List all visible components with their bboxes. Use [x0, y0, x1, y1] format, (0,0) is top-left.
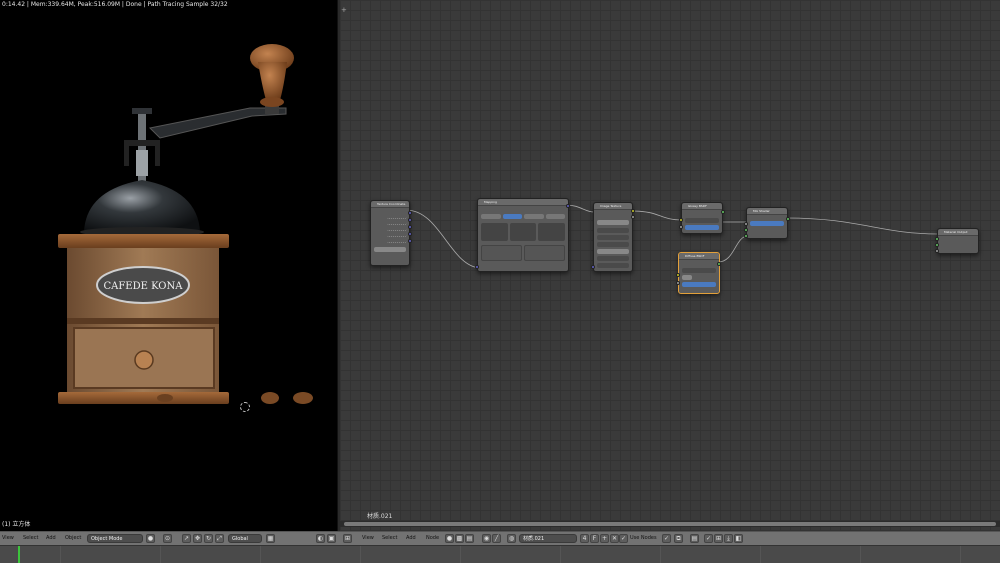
node-title: Diffuse BSDF: [679, 253, 719, 260]
mode-select[interactable]: Object Mode: [87, 534, 143, 543]
menu-add[interactable]: Add: [46, 535, 56, 541]
brush-icon[interactable]: ╱: [492, 534, 501, 543]
node-texture-coordinate[interactable]: Texture Coordinate: [370, 200, 412, 266]
menu-select[interactable]: Select: [23, 535, 38, 541]
fake-user-label: F: [592, 535, 597, 542]
node-links: [405, 204, 939, 269]
snap-icon[interactable]: ▤: [690, 534, 699, 543]
header-bar: View Select Add Object Object Mode ● ⊙ ↗…: [0, 531, 1000, 545]
node-menu-add[interactable]: Add: [406, 535, 416, 541]
node-mapping[interactable]: Mapping: [475, 198, 570, 272]
render-icon[interactable]: ◐: [316, 534, 325, 543]
node-title: Mix Shader: [747, 208, 787, 215]
camera-icon[interactable]: ▣: [327, 534, 336, 543]
texture-type-icon[interactable]: ▩: [455, 534, 464, 543]
node-diffuse-bsdf[interactable]: Diffuse BSDF: [676, 252, 721, 294]
node-material-output[interactable]: Material Output: [935, 228, 979, 254]
fake-user-button[interactable]: F: [590, 534, 599, 543]
editor-type-icon[interactable]: ⊞: [343, 534, 352, 543]
grinder-sign-text: CAFEDE KONA: [104, 281, 184, 292]
pivot-icon[interactable]: ⊙: [163, 534, 172, 543]
backdrop-icon[interactable]: ✓: [662, 534, 671, 543]
horizontal-scrollbar[interactable]: [340, 521, 1000, 527]
node-editor[interactable]: + Texture Coordinate Mapping Image Textu…: [340, 0, 1000, 531]
shader-type-icon[interactable]: ●: [445, 534, 454, 543]
orientation-select[interactable]: Global: [228, 534, 262, 543]
layer-icon[interactable]: ▦: [266, 534, 275, 543]
rotate-icon[interactable]: ↻: [204, 534, 213, 543]
material-field-label: 材质.021: [523, 536, 545, 542]
manipulator-icon[interactable]: ↗: [182, 534, 191, 543]
node-menu-view[interactable]: View: [362, 535, 374, 541]
scale-icon[interactable]: ⤢: [215, 534, 224, 543]
menu-object[interactable]: Object: [65, 535, 81, 541]
node-title: Texture Coordinate: [371, 201, 409, 208]
node-title: Mapping: [478, 199, 568, 206]
node-image-texture[interactable]: Image Texture: [591, 202, 635, 272]
use-nodes-checkbox[interactable]: ✓: [619, 534, 628, 543]
sequence-icon[interactable]: ⧉: [674, 534, 683, 543]
coffee-grinder-render: CAFEDE KONA: [58, 44, 313, 404]
node-menu-select[interactable]: Select: [382, 535, 397, 541]
node-mix-shader[interactable]: Mix Shader: [744, 207, 790, 239]
node-title: Image Texture: [594, 203, 632, 210]
node-menu-node[interactable]: Node: [426, 535, 439, 541]
menu-view[interactable]: View: [2, 535, 14, 541]
material-sphere-icon[interactable]: ◍: [507, 534, 516, 543]
render-status-text: 0:14.42 | Mem:339.64M, Peak:516.09M | Do…: [2, 1, 228, 8]
3d-viewport[interactable]: CAFEDE KONA 0:14.42 | Mem:339.64M, Peak:…: [0, 0, 337, 531]
translate-icon[interactable]: ✥: [193, 534, 202, 543]
node-glossy-bsdf[interactable]: Glossy BSDF: [679, 202, 725, 234]
material-name-label: 材质.021: [367, 513, 393, 520]
compositor-type-icon[interactable]: ▤: [465, 534, 474, 543]
shading-icon[interactable]: ●: [146, 534, 155, 543]
user-count[interactable]: 4: [580, 534, 589, 543]
node-title: Glossy BSDF: [682, 203, 722, 210]
orientation-label: Global: [232, 536, 248, 542]
mode-label: Object Mode: [91, 536, 123, 542]
pin-icon[interactable]: ⤓: [724, 534, 733, 543]
new-material-icon[interactable]: +: [600, 534, 609, 543]
timeline[interactable]: [0, 545, 1000, 563]
3d-cursor-icon[interactable]: [240, 402, 250, 412]
render-preview-icon[interactable]: ◧: [734, 534, 743, 543]
snap-element-icon[interactable]: ⊞: [714, 534, 723, 543]
unlink-icon[interactable]: ✕: [610, 534, 619, 543]
node-title: Material Output: [938, 229, 978, 236]
object-data-icon[interactable]: ◉: [482, 534, 491, 543]
current-frame-marker[interactable]: [18, 546, 20, 563]
snap-toggle-icon[interactable]: ✓: [704, 534, 713, 543]
blender-window: CAFEDE KONA 0:14.42 | Mem:339.64M, Peak:…: [0, 0, 1000, 563]
scrollbar-thumb[interactable]: [344, 522, 996, 526]
material-name-field[interactable]: 材质.021: [519, 534, 577, 543]
active-object-label: (1) 立方体: [2, 521, 31, 528]
use-nodes-label: Use Nodes: [630, 535, 657, 541]
